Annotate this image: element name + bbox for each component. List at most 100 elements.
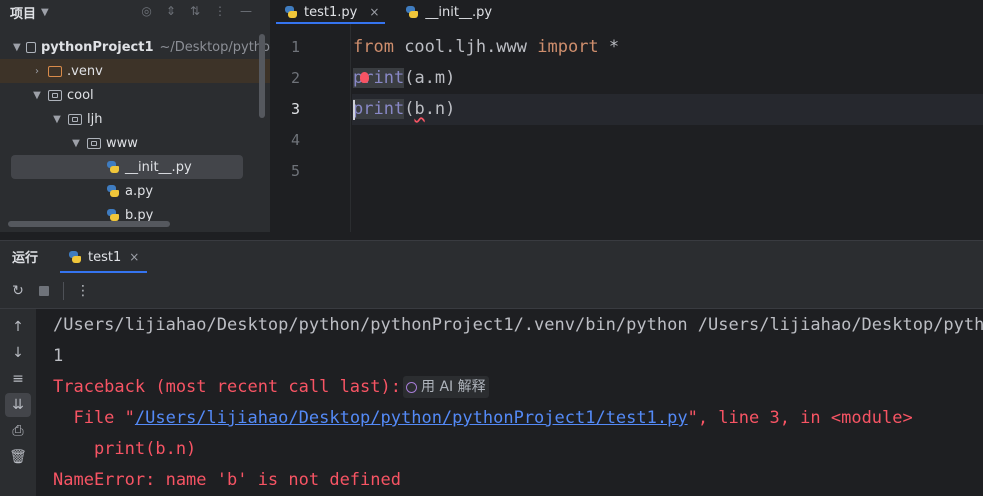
console-error-line: NameError: name 'b' is not defined [53,470,401,490]
top-area: 项目 ▼ ◎ ⇕ ⇅ ⋮ — ▼ pythonProject1 ~/Deskto… [0,0,983,232]
ai-explain-label: 用 AI 解释 [421,378,486,395]
gutter-divider [350,24,351,232]
project-panel: 项目 ▼ ◎ ⇕ ⇅ ⋮ — ▼ pythonProject1 ~/Deskto… [0,0,270,232]
traceback-text: Traceback (most recent call last): [53,377,401,397]
code-token: * [598,37,620,57]
tree-item-cool[interactable]: ▼ cool [0,83,270,107]
run-panel-title: 运行 [12,251,39,266]
stop-icon [39,286,49,296]
code-token: (a.m) [404,68,456,88]
console-file-line: File "/Users/lijiahao/Desktop/python/pyt… [53,403,913,434]
error-bulb-icon[interactable] [360,72,369,83]
code-line-1[interactable]: from cool.ljh.www import * [352,32,983,63]
project-header[interactable]: 项目 ▼ ◎ ⇕ ⇅ ⋮ — [0,0,270,24]
stop-button[interactable] [31,278,57,304]
minimize-icon[interactable]: — [240,4,252,18]
console-output[interactable]: /Users/lijiahao/Desktop/python/pythonPro… [36,309,983,496]
arrow-up-icon[interactable]: ↑ [5,315,31,339]
tree-vertical-scrollbar[interactable] [259,34,265,118]
code-token: .n) [424,99,456,119]
python-file-icon [106,184,120,198]
ai-explain-button[interactable]: 用 AI 解释 [403,376,489,398]
tab-label: __init__.py [425,4,493,20]
tree-item-www[interactable]: ▼ www [0,131,270,155]
folder-icon [25,41,36,53]
tree-item-label: .venv [67,63,103,79]
builtin-function: rint [363,68,405,88]
tree-item-label: __init__.py [125,159,192,175]
locate-icon[interactable]: ◎ [141,4,151,18]
project-panel-title[interactable]: 项目 [10,3,36,22]
editor-tabs: test1.py × __init__.py [270,0,983,24]
run-toolbar: ↻ ⋮ [0,274,983,309]
tree-item-init-py[interactable]: __init__.py [11,155,243,179]
package-folder-icon [68,113,82,125]
soft-wrap-icon[interactable]: ≡ [5,367,31,391]
tree-item-path: ~/Desktop/pytho [159,39,271,55]
code-line-2[interactable]: print(a.m) [352,63,983,94]
package-folder-icon [87,137,101,149]
tree-item-label: ljh [87,111,103,127]
chevron-down-icon[interactable]: ▼ [30,90,44,101]
builtin-function: print [353,99,405,119]
print-icon[interactable]: ⎙ [5,419,31,443]
trash-icon[interactable]: 🗑 [5,445,31,469]
toolbar-divider [63,282,64,300]
ai-assistant-icon [406,381,417,393]
run-tab-label: test1 [88,249,122,265]
tree-item-project-root[interactable]: ▼ pythonProject1 ~/Desktop/pytho [0,35,270,59]
code-token: ( [404,99,415,119]
tree-item-label: pythonProject1 [40,39,154,55]
python-file-icon [284,5,298,19]
python-file-icon [106,208,120,222]
unresolved-reference: b [414,99,425,119]
module-path: cool.ljh.www [393,37,538,57]
folder-icon [48,65,62,77]
run-panel-header: 运行 test1 × [0,240,983,275]
line-number: 2 [290,69,300,87]
console-output-line: 1 [53,346,64,366]
chevron-down-icon[interactable]: ▼ [12,42,22,53]
text-caret [353,100,355,120]
close-icon[interactable]: × [369,5,379,19]
scroll-to-end-icon[interactable]: ⇊ [5,393,31,417]
file-path-link[interactable]: /Users/lijiahao/Desktop/python/pythonPro… [135,408,688,428]
expand-collapse-icon[interactable]: ⇕ [166,4,176,18]
more-options-icon[interactable]: ⋮ [70,278,96,304]
package-folder-icon [48,89,62,101]
python-file-icon [106,160,120,174]
code-editor: test1.py × __init__.py 1 2 3 4 5 from co… [270,0,983,232]
python-file-icon [68,250,82,264]
tab-test1-py[interactable]: test1.py × [270,0,391,24]
collapse-all-icon[interactable]: ⇅ [190,4,200,18]
console-code-line: print(b.n) [53,439,197,459]
run-tab-test1[interactable]: test1 × [60,241,148,273]
tab-init-py[interactable]: __init__.py [391,0,504,24]
tree-horizontal-scrollbar[interactable] [8,221,170,227]
code-area[interactable]: from cool.ljh.www import * print(a.m) pr… [352,32,983,125]
tree-item-label: cool [67,87,94,103]
tree-item-venv[interactable]: › .venv [0,59,270,83]
console-traceback-line: Traceback (most recent call last): 用 AI 解… [53,372,489,403]
line-number: 3 [290,100,300,118]
tree-item-a-py[interactable]: a.py [0,179,270,203]
chevron-down-icon[interactable]: ▼ [69,138,83,149]
chevron-down-icon[interactable]: ▼ [41,7,49,18]
line-number-gutter: 1 2 3 4 5 [270,32,330,187]
more-options-icon[interactable]: ⋮ [214,4,226,18]
file-prefix: File " [53,408,135,428]
tree-item-ljh[interactable]: ▼ ljh [0,107,270,131]
file-suffix: ", line 3, in <module> [687,408,913,428]
tree-item-label: www [106,135,138,151]
keyword: from [353,37,394,57]
rerun-icon[interactable]: ↻ [5,278,31,304]
line-number: 1 [290,38,300,56]
chevron-down-icon[interactable]: ▼ [50,114,64,125]
arrow-down-icon[interactable]: ↓ [5,341,31,365]
tab-label: test1.py [304,4,358,20]
python-file-icon [405,5,419,19]
project-header-tools: ◎ ⇕ ⇅ ⋮ — [141,4,252,18]
code-line-3[interactable]: print(b.n) [352,94,983,125]
close-icon[interactable]: × [129,250,139,264]
chevron-right-icon[interactable]: › [30,66,44,77]
